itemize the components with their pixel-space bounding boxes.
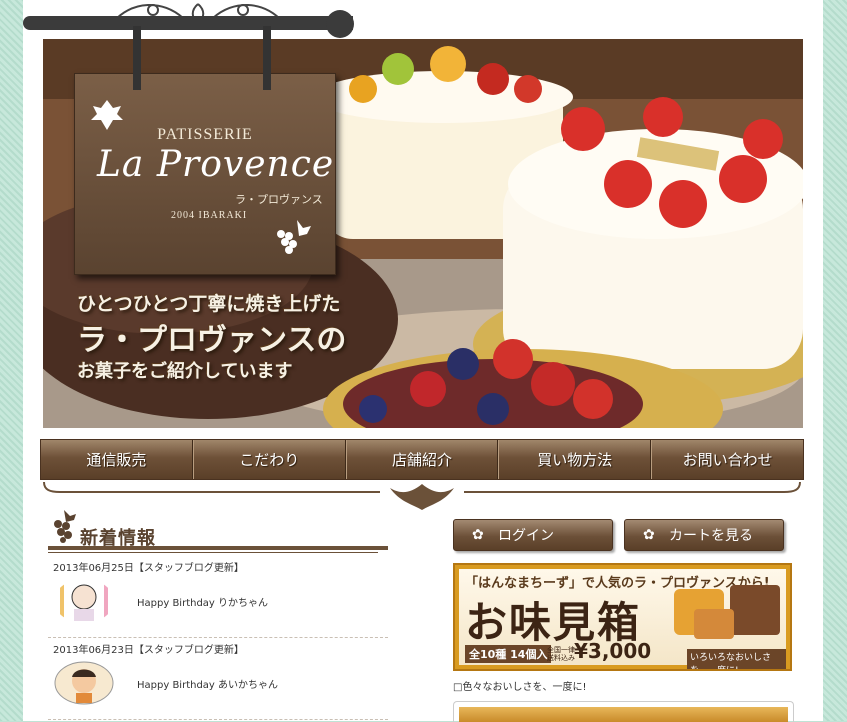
brand-kana: ラ・プロヴァンス	[235, 191, 323, 207]
news-date: 2013年06月23日【スタッフブログ更新】	[53, 641, 244, 656]
next-banner-image	[459, 707, 788, 722]
banner-price: ¥3,000	[574, 639, 651, 663]
view-cart-button[interactable]: ✿ カートを見る	[624, 519, 784, 551]
nav-mail-order[interactable]: 通信販売	[41, 440, 193, 479]
banner-caption-text: 色々なおいしさを、一度に!	[462, 682, 586, 693]
grape-leaf-icon: ✿	[643, 527, 663, 543]
grape-bunch-icon	[267, 214, 313, 260]
banner-sweets-image	[674, 579, 784, 645]
news-item[interactable]: 2013年06月25日【スタッフブログ更新】 Happy Birthday りか…	[48, 557, 388, 638]
hero-tagline-line2: ラ・プロヴァンスの	[77, 315, 346, 359]
news-item[interactable]: 2013年06月23日【スタッフブログ更新】 Happy Birthday あい…	[48, 639, 388, 720]
login-button[interactable]: ✿ ログイン	[453, 519, 613, 551]
sign-bar	[23, 16, 353, 30]
banner-caption: □色々なおいしさを、一度に!	[453, 678, 586, 693]
news-link-text[interactable]: Happy Birthday あいかちゃん	[137, 676, 278, 691]
grape-icon	[50, 508, 80, 544]
grape-leaf-icon: ✿	[472, 527, 492, 543]
nav-store-info[interactable]: 店舗紹介	[346, 440, 499, 479]
brand-signboard: PATISSERIE La Provence ラ・プロヴァンス 2004 IBA…	[74, 73, 336, 275]
banner-shipping: 全国一律 送料込み	[547, 646, 577, 662]
news-rule-thin	[48, 552, 378, 553]
sign-bar-knob	[326, 10, 354, 38]
banner-inner: 「はんなまちーず」で人気のラ・プロヴァンスから! お味見箱 全10種 14個入 …	[459, 569, 786, 665]
news-rule	[48, 546, 388, 550]
page-container: PATISSERIE La Provence ラ・プロヴァンス 2004 IBA…	[23, 0, 823, 721]
sign-chain-right	[263, 26, 271, 90]
next-banner-box[interactable]	[453, 701, 794, 722]
hero-image: PATISSERIE La Provence ラ・プロヴァンス 2004 IBA…	[43, 39, 803, 428]
nav-how-to-buy[interactable]: 買い物方法	[498, 440, 651, 479]
tasting-box-banner[interactable]: 「はんなまちーず」で人気のラ・プロヴァンスから! お味見箱 全10種 14個入 …	[453, 563, 792, 671]
news-date: 2013年06月25日【スタッフブログ更新】	[53, 559, 244, 574]
banner-contents: 全10種 14個入	[465, 645, 551, 663]
grape-leaf-icon	[87, 96, 127, 136]
news-thumbnail	[54, 579, 114, 623]
main-nav: 通信販売 こだわり 店舗紹介 買い物方法 お問い合わせ	[40, 439, 804, 480]
news-thumbnail	[54, 661, 114, 705]
nav-commitment[interactable]: こだわり	[193, 440, 346, 479]
hero-tagline-line3: お菓子をご紹介しています	[77, 357, 292, 383]
hero-tagline-line1: ひとつひとつ丁寧に焼き上げた	[77, 289, 340, 316]
login-button-label: ログイン	[498, 525, 554, 545]
brand-year: 2004 IBARAKI	[171, 210, 247, 221]
banner-note: いろいろなおいしさを、一度に!	[687, 649, 786, 671]
brand-logo-text: La Provence	[97, 144, 334, 185]
news-link-text[interactable]: Happy Birthday りかちゃん	[137, 594, 268, 609]
view-cart-button-label: カートを見る	[669, 525, 753, 545]
nav-contact[interactable]: お問い合わせ	[651, 440, 803, 479]
sign-chain-left	[133, 26, 141, 90]
news-header: 新着情報	[48, 508, 388, 558]
